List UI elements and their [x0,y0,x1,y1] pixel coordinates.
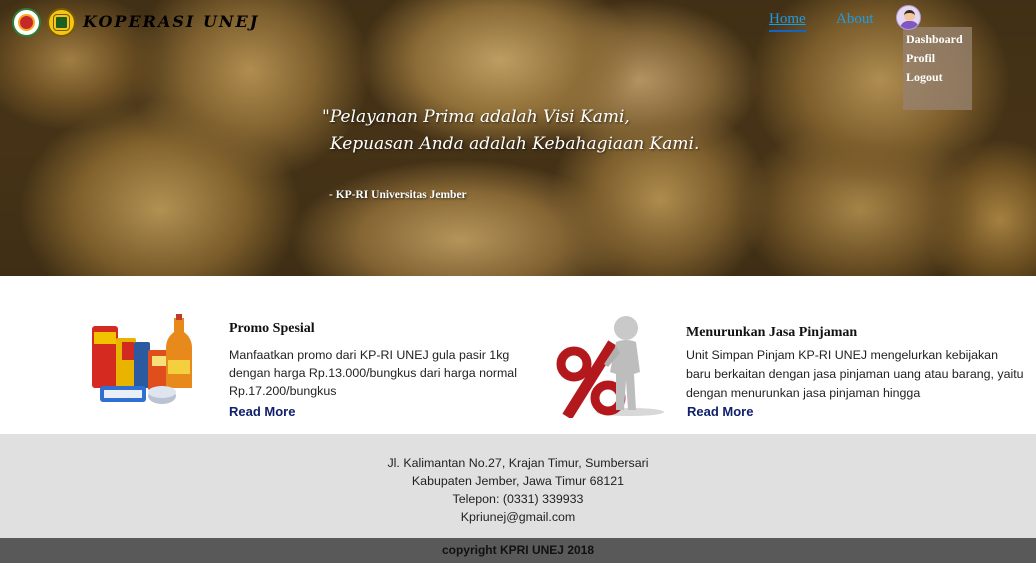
kopri-logo-icon[interactable] [47,8,76,37]
loan-title: Menurunkan Jasa Pinjaman [686,325,858,340]
nav-home-link[interactable]: Home [769,11,806,32]
loan-description: Unit Simpan Pinjam KP-RI UNEJ mengelurka… [686,348,1024,400]
user-avatar-icon[interactable] [896,5,921,30]
unej-logo-icon[interactable] [12,8,41,37]
menu-item-logout[interactable]: Logout [906,68,972,87]
percent-figure-image [556,316,664,418]
user-dropdown-menu: Dashboard Profil Logout [903,27,972,110]
copyright-bar: copyright KPRI UNEJ 2018 [0,538,1036,563]
footer-phone: Telepon: (0331) 339933 [452,492,584,506]
nav-about-link[interactable]: About [836,11,874,28]
footer-contact: Jl. Kalimantan No.27, Krajan Timur, Sumb… [0,434,1036,538]
footer-address-line1: Jl. Kalimantan No.27, Krajan Timur, Sumb… [387,456,649,470]
menu-item-dashboard[interactable]: Dashboard [906,30,972,49]
footer-address-line2: Kabupaten Jember, Jawa Timur 68121 [411,474,625,488]
promo-title: Promo Spesial [229,321,315,336]
brand-title[interactable]: KOPERASI UNEJ [83,12,259,31]
promo-read-more-link[interactable]: Read More [229,404,295,419]
grocery-products-image [92,314,192,404]
loan-read-more-link[interactable]: Read More [687,404,753,419]
hero-quote-line1: "Pelayanan Prima adalah Visi Kami, [322,107,630,127]
promo-description: Manfaatkan promo dari KP-RI UNEJ gula pa… [229,348,517,398]
hero-signature: - KP-RI Universitas Jember [329,189,467,201]
footer-email: Kpriunej@gmail.com [460,510,576,524]
hero-quote-line2: Kepuasan Anda adalah Kebahagiaan Kami. [330,134,700,154]
hero-quote: "Pelayanan Prima adalah Visi Kami, Kepua… [322,104,699,158]
menu-item-profil[interactable]: Profil [906,49,972,68]
